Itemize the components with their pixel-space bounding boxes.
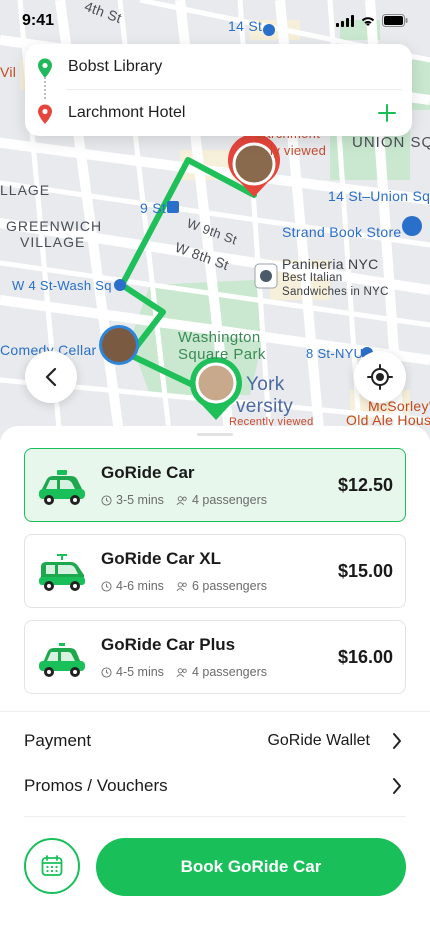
passengers-icon [176,495,187,505]
pickup-row[interactable]: Bobst Library [25,44,412,90]
ride-name: GoRide Car Plus [101,635,236,654]
chevron-left-icon [45,367,57,387]
map-label-union-sq-station: 14 St–Union Sq [328,188,430,204]
ride-capacity: 4 passengers [191,493,267,507]
clock-icon [101,580,112,592]
chevron-right-icon [393,778,401,794]
book-ride-button[interactable]: Book GoRide Car [96,838,406,896]
ride-meta: 4-5 mins 4 passengers [101,665,279,679]
map-label-union-square: UNION SQUARE [352,134,430,151]
map-label-greenwich: GREENWICH [6,218,103,234]
ride-option-car-plus[interactable]: GoRide Car Plus 4-5 mins 4 passengers $1… [24,620,406,694]
signal-icon [336,14,354,27]
map-label-panineria-desc-2: Sandwiches in NYC [282,286,389,298]
map-label-ny-univ-2: versity [236,396,293,417]
map-view[interactable]: 4th St 14 St Vil Larchmont ly viewed UNI… [0,0,430,440]
ride-option-car[interactable]: GoRide Car 3-5 mins 4 passengers $12.50 [24,448,406,522]
map-label-recent-1: ly viewed [270,143,327,158]
add-stop-button[interactable] [374,100,400,126]
map-label-washington-1: Washington [178,329,261,346]
ride-price: $12.50 [337,475,393,495]
section-divider [0,711,430,712]
ride-price: $15.00 [337,561,393,581]
locate-me-button[interactable] [354,351,406,403]
ride-eta: 4-5 mins [116,665,164,679]
back-button[interactable] [25,351,77,403]
clock-icon [101,666,112,678]
map-label-strand: Strand Book Store [282,224,402,240]
ride-options-sheet: GoRide Car 3-5 mins 4 passengers $12.50 … [0,426,430,932]
status-icons [336,14,408,27]
payment-row[interactable]: Payment GoRide Wallet [24,726,406,756]
battery-icon [382,14,408,27]
pickup-pin-icon [38,58,52,78]
ride-price: $16.00 [337,647,393,667]
payment-method: GoRide Wallet [267,732,370,749]
promos-label: Promos / Vouchers [24,776,168,795]
payment-label: Payment [24,731,92,750]
ride-eta: 3-5 mins [116,493,164,507]
wifi-icon [361,16,375,26]
route-card: Bobst Library Larchmont Hotel [25,44,412,136]
chevron-right-icon [393,733,401,749]
map-label-w4: W 4 St-Wash Sq [12,278,112,293]
map-label-panineria-desc-1: Best Italian [282,272,343,284]
map-label-vil: Vil [0,64,17,80]
map-label-washington-2: Square Park [178,346,266,363]
car-plus-icon [39,643,85,677]
ride-name: GoRide Car XL [101,549,221,568]
ride-option-car-xl[interactable]: GoRide Car XL 4-6 mins 6 passengers $15.… [24,534,406,608]
status-bar: 9:41 [0,0,430,44]
ride-capacity: 4 passengers [191,665,267,679]
dropoff-pin-icon [38,104,52,124]
ride-name: GoRide Car [101,463,195,482]
map-label-8st-nyu: 8 St-NYU [306,346,364,361]
passengers-icon [176,667,187,677]
calendar-icon [41,855,63,876]
plus-icon [378,104,396,122]
sheet-grabber[interactable] [197,433,233,436]
van-icon [39,554,85,591]
passengers-icon [176,581,187,591]
dropoff-location: Larchmont Hotel [68,104,186,121]
map-label-village-2: VILLAGE [20,234,86,250]
schedule-button[interactable] [24,838,80,894]
status-time: 9:41 [22,12,55,29]
ride-eta: 4-6 mins [116,579,164,593]
ride-meta: 3-5 mins 4 passengers [101,493,279,507]
crosshair-icon [367,364,393,390]
dropoff-row[interactable]: Larchmont Hotel [25,90,412,136]
map-label-ny-univ-1: York [246,374,285,395]
clock-icon [101,494,112,506]
promos-row[interactable]: Promos / Vouchers [24,771,406,801]
section-divider [24,816,406,817]
ride-capacity: 6 passengers [191,579,267,593]
car-icon [39,470,85,505]
map-label-village: LLAGE [0,182,51,198]
pickup-location: Bobst Library [68,58,163,75]
map-label-9st: 9 St [140,200,167,216]
map-label-panineria: Panineria NYC [282,256,379,272]
ride-meta: 4-6 mins 6 passengers [101,579,279,593]
